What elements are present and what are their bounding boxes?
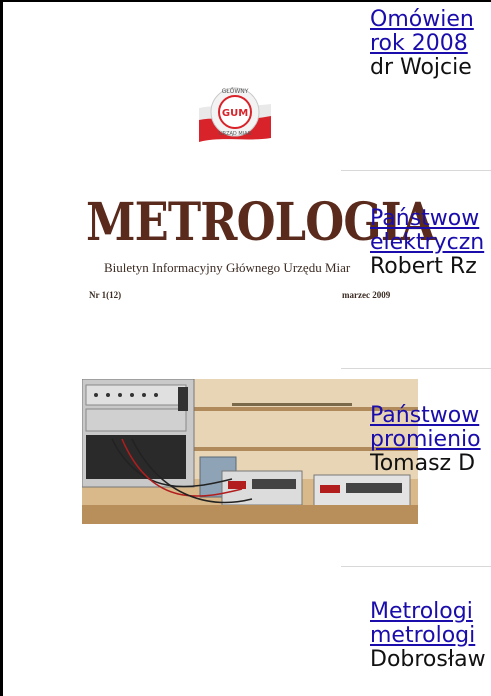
article-entry: Państwow promienio Tomasz D [370,404,491,476]
article-author: Dobrosław [370,647,486,672]
article-link-continued[interactable]: rok 2008 [370,32,491,56]
article-author: Tomasz D [370,451,476,476]
article-link[interactable]: Omówien [370,8,491,32]
article-link[interactable]: Metrologi [370,600,491,624]
separator [341,566,491,567]
separator [341,170,491,171]
article-author: Robert Rz [370,254,477,279]
article-entry: Państwow elektryczn Robert Rz [370,207,491,279]
article-link[interactable]: Państwow [370,207,491,231]
article-entry: Metrologi metrologi Dobrosław [370,600,491,672]
separator [341,368,491,369]
article-link-continued[interactable]: metrologi [370,624,491,648]
article-link[interactable]: Państwow [370,404,491,428]
article-entry: Omówien rok 2008 dr Wojcie [370,8,491,80]
article-author: dr Wojcie [370,55,472,80]
article-list: Omówien rok 2008 dr Wojcie Państwow elek… [0,0,491,696]
article-link-continued[interactable]: elektryczn [370,231,491,255]
article-link-continued[interactable]: promienio [370,428,491,452]
